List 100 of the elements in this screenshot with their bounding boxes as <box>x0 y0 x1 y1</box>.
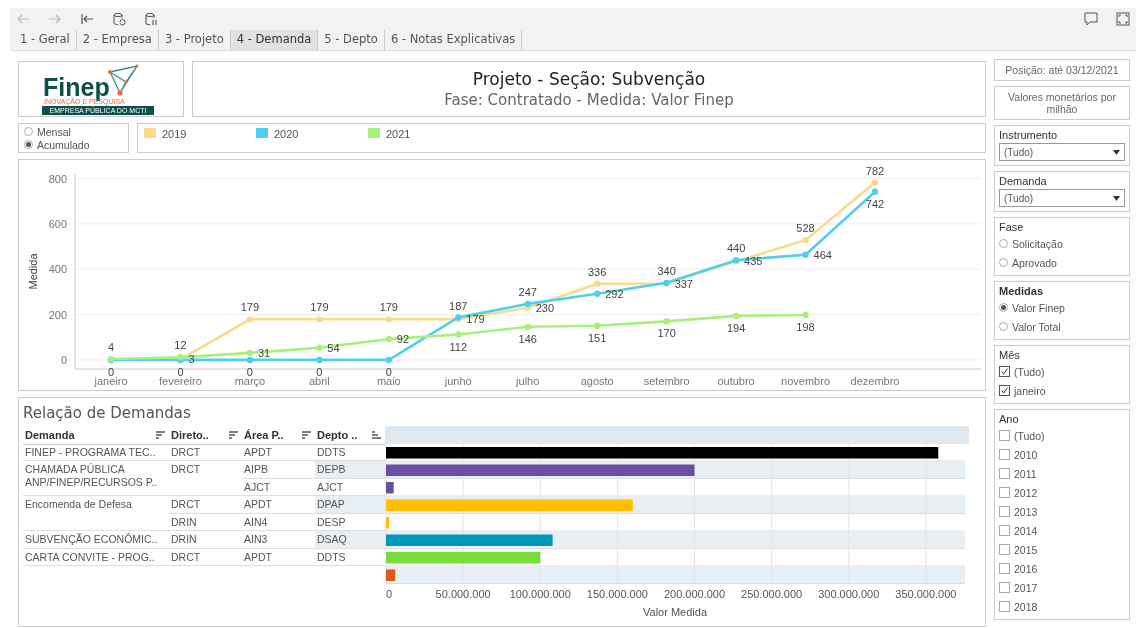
checkbox[interactable] <box>999 544 1010 555</box>
point <box>246 316 254 323</box>
table-cell: DRCT <box>169 443 242 461</box>
data-label: 112 <box>449 340 468 353</box>
axis-tick-label: 150.000.000 <box>586 587 648 600</box>
data-label: 440 <box>726 242 746 255</box>
tab[interactable]: 4 - Demanda <box>230 30 319 50</box>
data-label: 0 <box>385 365 392 378</box>
sort-icon[interactable] <box>301 431 311 439</box>
data-label: 179 <box>379 301 398 314</box>
point <box>871 179 879 186</box>
forward-arrow-icon[interactable] <box>48 12 62 26</box>
filter-title: Medidas <box>999 285 1043 297</box>
dropdown[interactable]: (Tudo) <box>999 143 1125 161</box>
checkbox[interactable] <box>999 601 1010 612</box>
table-cell: DPAP <box>315 496 385 514</box>
table-cell: FINEP - PROGRAMA TEC.. <box>23 443 169 461</box>
caret-icon <box>1113 195 1120 201</box>
fullscreen-icon[interactable] <box>1116 12 1130 26</box>
sort-icon[interactable] <box>155 431 165 439</box>
point <box>732 312 740 320</box>
data-label: 31 <box>257 346 271 359</box>
table-cell: AJCT <box>242 478 315 496</box>
revert-to-start-icon[interactable] <box>80 12 94 26</box>
option-label: (Tudo) <box>1014 365 1045 378</box>
dropdown[interactable]: (Tudo) <box>999 189 1125 207</box>
checkbox[interactable] <box>999 582 1010 593</box>
checkbox[interactable] <box>999 468 1010 479</box>
axis-tick-label: 350.000.000 <box>895 587 957 600</box>
axis-tick-label: novembro <box>781 375 830 387</box>
column-header[interactable]: Área P.. <box>242 426 315 445</box>
legend-label: 2020 <box>274 128 299 140</box>
table-cell: DRIN <box>169 531 242 549</box>
option-label: 2013 <box>1014 505 1038 518</box>
units-note: Valores monetários por milhão <box>994 86 1130 120</box>
checkbox[interactable] <box>999 449 1010 460</box>
data-label: 336 <box>588 265 607 278</box>
checkbox[interactable] <box>999 563 1010 574</box>
point <box>593 290 601 297</box>
option-label: janeiro <box>1014 384 1046 397</box>
pause-data-icon[interactable] <box>144 12 158 26</box>
point <box>663 318 670 325</box>
point <box>246 349 254 357</box>
refresh-data-icon[interactable] <box>112 12 126 26</box>
option-label: (Tudo) <box>1014 429 1045 442</box>
checkbox[interactable] <box>999 366 1010 377</box>
table-cell: Encomenda de Defesa <box>23 496 169 531</box>
panel-title: Relação de Demandas <box>23 403 192 424</box>
data-label: 340 <box>657 264 676 277</box>
axis-tick-label: 800 <box>48 172 67 185</box>
data-label: 179 <box>310 301 329 314</box>
checkbox[interactable] <box>999 506 1010 517</box>
axis-tick-label: 200.000.000 <box>663 587 726 600</box>
table-cell: DDTS <box>315 548 385 566</box>
data-label: 528 <box>796 222 815 235</box>
data-label: 151 <box>588 331 607 344</box>
data-label: 0 <box>246 365 253 378</box>
checkbox[interactable] <box>999 487 1010 498</box>
data-label: 0 <box>177 365 184 378</box>
checkbox[interactable] <box>999 430 1010 441</box>
table-cell: CARTA CONVITE - PROG.. <box>23 548 169 566</box>
table-cell: APDT <box>242 548 315 566</box>
option-label: 2010 <box>1014 448 1038 461</box>
option-label: 2018 <box>1014 600 1038 613</box>
column-header[interactable]: Direto.. <box>169 426 242 445</box>
point <box>316 344 323 351</box>
point <box>802 311 809 319</box>
option-label: 2015 <box>1014 543 1038 556</box>
axis-tick-label: 0 <box>60 353 67 366</box>
radio-button[interactable] <box>999 303 1008 312</box>
comment-icon[interactable] <box>1084 12 1098 26</box>
axis-tick-label: 200 <box>48 308 67 321</box>
sort-icon[interactable] <box>228 431 238 439</box>
table-cell: SUBVENÇÃO ECONÔMIC.. <box>23 531 169 549</box>
data-label: 782 <box>865 164 885 177</box>
back-arrow-icon[interactable] <box>16 12 30 26</box>
option-label: Valor Finep <box>1012 301 1065 314</box>
column-header[interactable]: Demanda <box>23 426 169 445</box>
table-cell: DSAQ <box>315 531 385 549</box>
filter-title: Demanda <box>999 175 1047 187</box>
point <box>385 316 393 323</box>
column-header-label: Depto .. <box>317 429 358 441</box>
point <box>316 356 323 364</box>
axis-tick-label: dezembro <box>850 375 900 387</box>
legend-label: 2019 <box>162 128 187 140</box>
sort-icon[interactable] <box>371 431 381 439</box>
table-cell: DRIN <box>169 513 242 531</box>
point <box>593 322 601 329</box>
axis-tick-label: setembro <box>643 375 690 387</box>
filter-title: Mês <box>999 349 1020 361</box>
radio-button[interactable] <box>24 140 33 149</box>
data-label: 194 <box>726 321 746 334</box>
dashboard-title: Projeto - Seção: Subvenção <box>472 69 706 89</box>
checkbox[interactable] <box>999 385 1010 396</box>
point <box>316 316 323 323</box>
filter-title: Ano <box>999 413 1019 425</box>
axis-tick-label: outubro <box>717 375 755 387</box>
checkbox[interactable] <box>999 525 1010 536</box>
axis-tick-label: fevereiro <box>159 375 202 387</box>
column-header-label: Direto.. <box>171 429 209 441</box>
